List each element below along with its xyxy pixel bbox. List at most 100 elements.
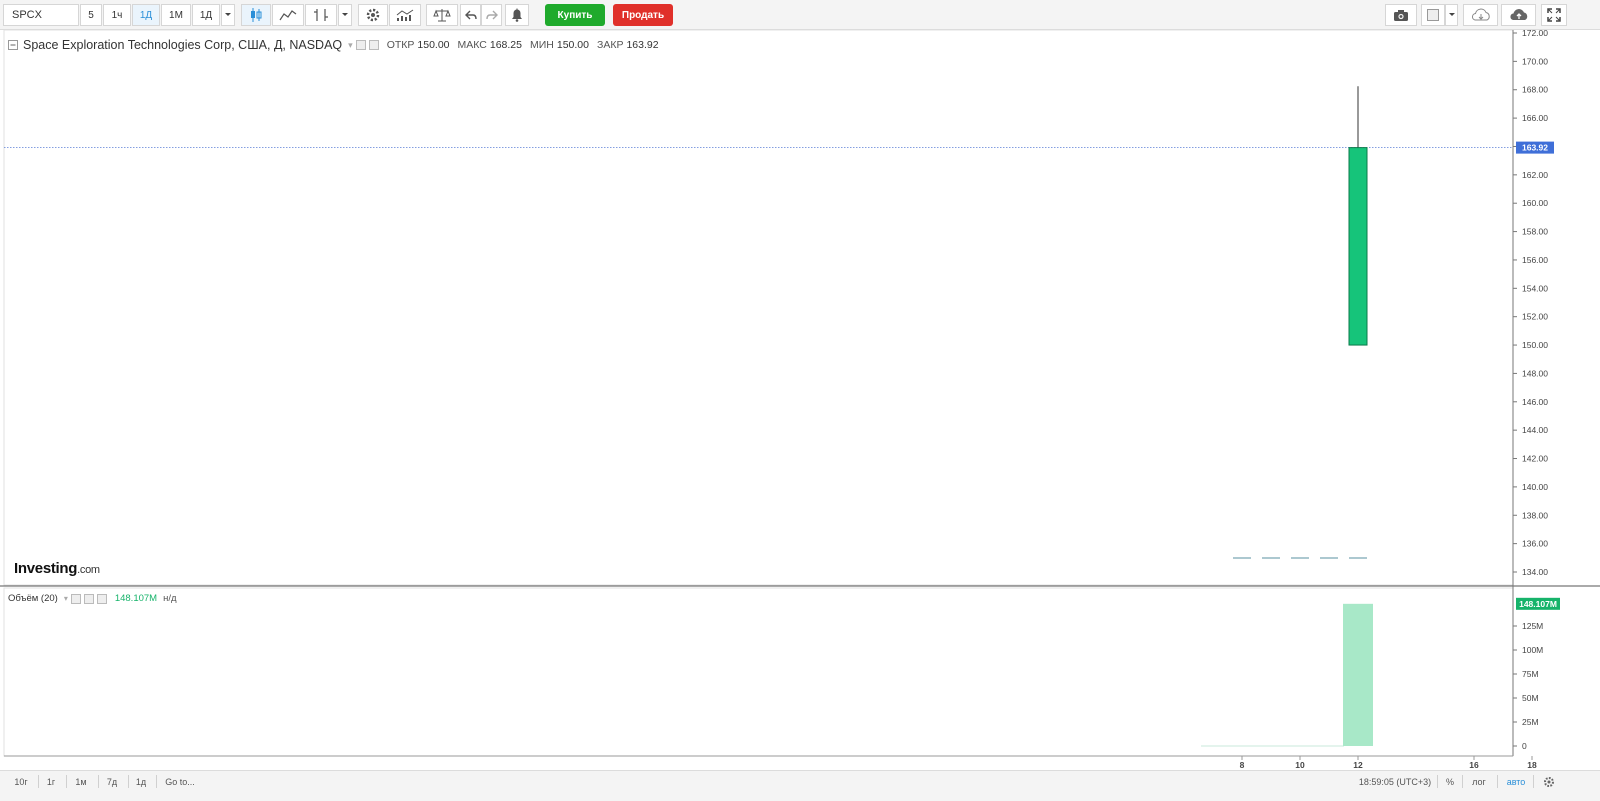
range-1m[interactable]: 1м: [72, 775, 90, 789]
volume-legend: Объём (20) ▾ 148.107M н/д: [8, 593, 177, 604]
visibility-icon[interactable]: [355, 40, 366, 50]
bottom-bar: 10г 1г 1м 7д 1д Go to... 18:59:05 (UTC+3…: [0, 770, 1600, 801]
price-legend: Space Exploration Technologies Corp, США…: [8, 38, 659, 52]
interval-current[interactable]: 1Д: [192, 4, 220, 26]
high-value: 168.25: [489, 39, 522, 51]
high-label: МАКС: [457, 39, 487, 51]
range-7d[interactable]: 7д: [104, 775, 120, 789]
y-tick-label: 162.00: [1522, 170, 1548, 180]
y-tick-label: 170.00: [1522, 56, 1548, 66]
redo-icon: [485, 10, 498, 20]
y-tick-label: 166.00: [1522, 113, 1548, 123]
settings-small-icon[interactable]: [368, 40, 379, 50]
collapse-icon[interactable]: [8, 40, 18, 50]
last-price-tag-label: 163.92: [1522, 143, 1548, 153]
sell-button[interactable]: Продать: [613, 4, 673, 26]
y-tick-label: 156.00: [1522, 255, 1548, 265]
y-tick-label: 136.00: [1522, 539, 1548, 549]
open-label: ОТКР: [386, 39, 415, 51]
interval-dropdown[interactable]: [221, 4, 235, 26]
fullscreen-icon: [1547, 8, 1561, 22]
auto-toggle[interactable]: авто: [1504, 775, 1528, 789]
symbol-input[interactable]: SPCX: [3, 4, 79, 26]
x-tick-label: 10: [1295, 760, 1305, 770]
legend-dropdown-icon[interactable]: ▾: [348, 40, 353, 51]
y-tick-label: 134.00: [1522, 567, 1548, 577]
redo-button[interactable]: [481, 4, 502, 26]
settings-small-icon[interactable]: [83, 593, 94, 604]
range-10y[interactable]: 10г: [10, 775, 32, 789]
x-tick-label: 12: [1353, 760, 1363, 770]
x-tick-label: 16: [1469, 760, 1479, 770]
range-1y[interactable]: 1г: [44, 775, 58, 789]
vol-tick-label: 50M: [1522, 693, 1539, 703]
indicators-dropdown[interactable]: [338, 4, 352, 26]
color-theme-dropdown[interactable]: [1445, 4, 1458, 26]
open-value: 150.00: [417, 39, 450, 51]
y-tick-label: 150.00: [1522, 340, 1548, 350]
gear-icon: [366, 8, 380, 22]
settings-button[interactable]: [358, 4, 388, 26]
close-icon[interactable]: [96, 593, 107, 604]
y-tick-label: 144.00: [1522, 425, 1548, 435]
candles-style-button[interactable]: [241, 4, 271, 26]
buy-button[interactable]: Купить: [545, 4, 605, 26]
y-tick-label: 152.00: [1522, 312, 1548, 322]
interval-1h[interactable]: 1ч: [103, 4, 131, 26]
volume-bar: [1343, 603, 1373, 746]
bar-chart-icon: [396, 9, 414, 21]
log-toggle[interactable]: лог: [1469, 775, 1489, 789]
gear-icon: [1544, 777, 1554, 787]
load-layout-button[interactable]: [1463, 4, 1498, 26]
y-tick-label: 154.00: [1522, 283, 1548, 293]
volume-title: Объём (20): [8, 593, 58, 604]
y-tick-label: 146.00: [1522, 397, 1548, 407]
y-tick-label: 168.00: [1522, 85, 1548, 95]
range-1d[interactable]: 1д: [134, 775, 148, 789]
alert-button[interactable]: [505, 4, 529, 26]
indicators-button[interactable]: [305, 4, 337, 26]
price-pane: [3, 29, 1514, 586]
x-tick-label: 18: [1527, 760, 1537, 770]
percent-toggle[interactable]: %: [1444, 775, 1456, 789]
volume-pane: [3, 587, 1514, 757]
vol-tick-label: 100M: [1522, 645, 1543, 655]
line-style-button[interactable]: [272, 4, 304, 26]
go-to-button[interactable]: Go to...: [163, 775, 197, 789]
chart-canvas[interactable]: 172.00170.00168.00166.00164.00162.00160.…: [0, 0, 1600, 801]
compare-button[interactable]: [389, 4, 421, 26]
y-tick-label: 140.00: [1522, 482, 1548, 492]
save-layout-button[interactable]: [1501, 4, 1536, 26]
volume-ma-value: н/д: [163, 593, 177, 604]
vol-tick-label: 25M: [1522, 717, 1539, 727]
vol-tick-label: 75M: [1522, 669, 1539, 679]
y-tick-label: 160.00: [1522, 198, 1548, 208]
visibility-icon[interactable]: [70, 593, 81, 604]
color-square-icon: [1427, 9, 1439, 21]
interval-5[interactable]: 5: [80, 4, 102, 26]
instrument-title: Space Exploration Technologies Corp, США…: [23, 38, 343, 52]
candles-icon: [251, 8, 262, 22]
legend-dropdown-icon[interactable]: ▾: [64, 594, 68, 603]
fullscreen-button[interactable]: [1541, 4, 1567, 26]
color-theme-button[interactable]: [1421, 4, 1445, 26]
y-tick-label: 138.00: [1522, 510, 1548, 520]
volume-value: 148.107M: [114, 593, 158, 604]
candle-body: [1348, 147, 1368, 346]
undo-button[interactable]: [460, 4, 481, 26]
chevron-down-icon: [342, 13, 348, 16]
interval-1d[interactable]: 1Д: [132, 4, 160, 26]
interval-1m[interactable]: 1М: [161, 4, 191, 26]
area-chart-icon: [279, 10, 297, 21]
scale-button[interactable]: [426, 4, 458, 26]
close-value: 163.92: [626, 39, 659, 51]
camera-icon: [1394, 9, 1408, 21]
low-value: 150.00: [556, 39, 589, 51]
volume-tag-label: 148.107M: [1519, 599, 1557, 609]
chevron-down-icon: [225, 13, 231, 16]
screenshot-button[interactable]: [1385, 4, 1417, 26]
chevron-down-icon: [1448, 13, 1455, 16]
scale-settings-button[interactable]: [1541, 775, 1557, 789]
vol-tick-label: 125M: [1522, 621, 1543, 631]
undo-icon: [464, 10, 477, 20]
